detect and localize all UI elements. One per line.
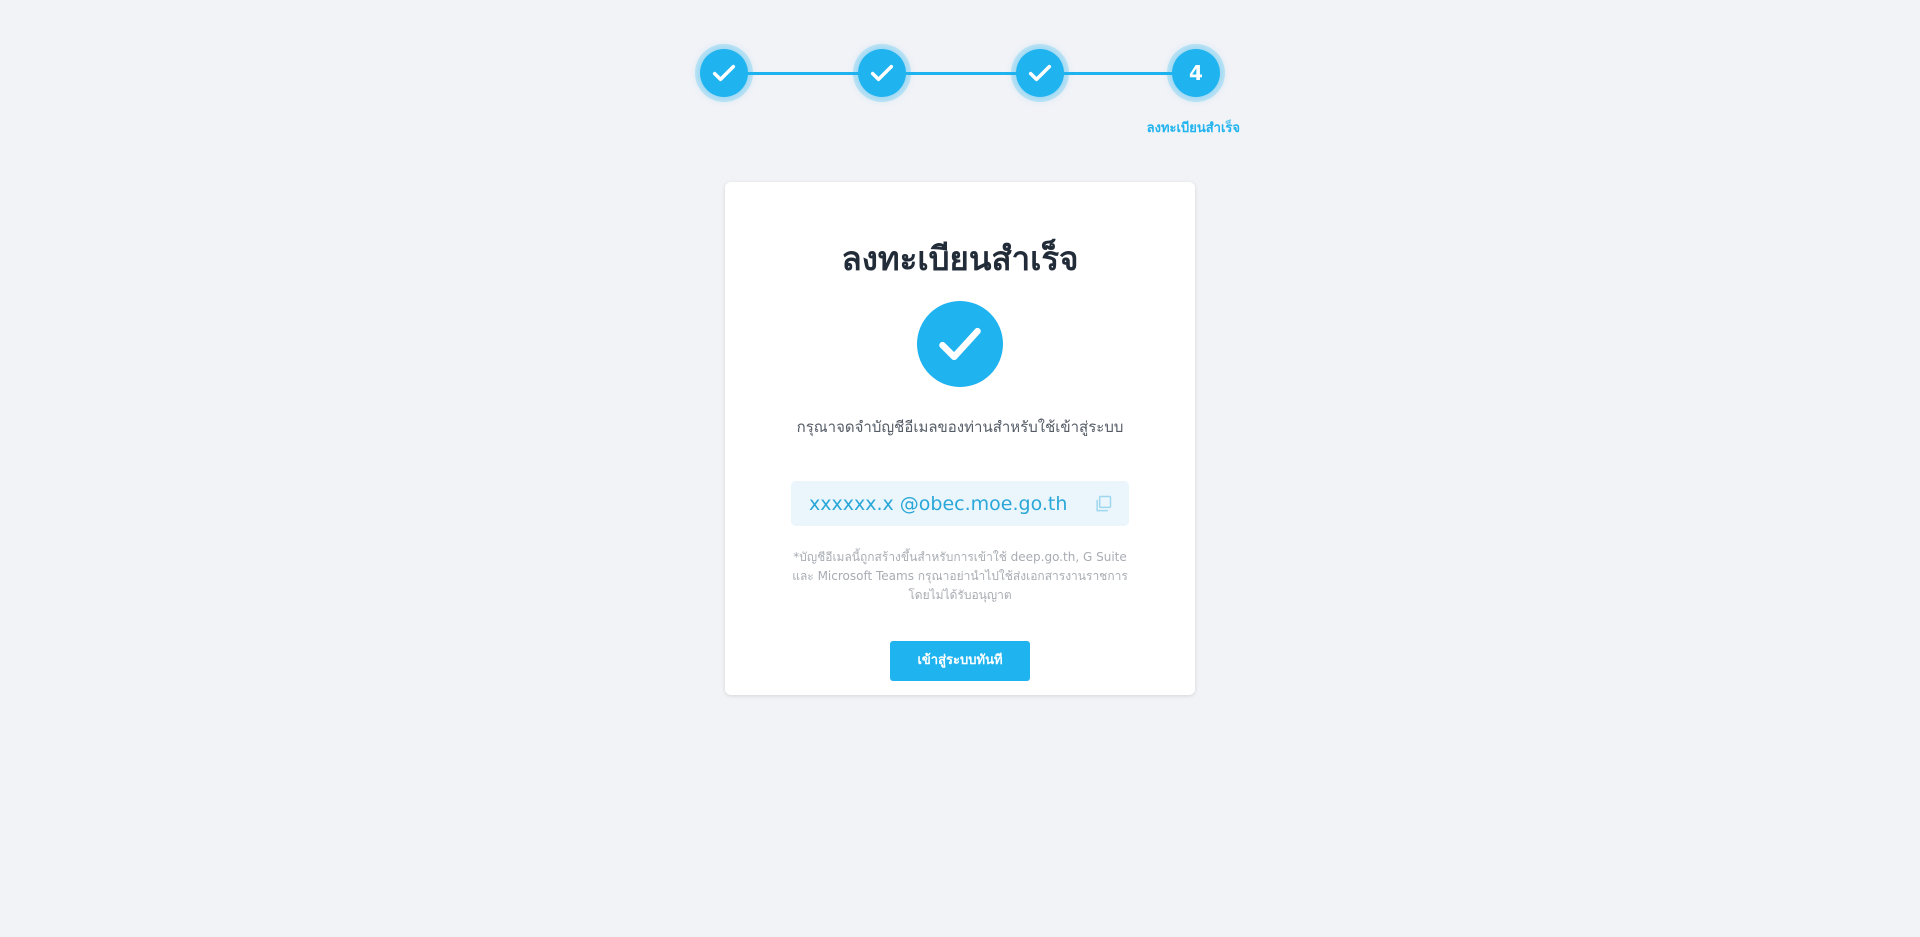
login-now-button[interactable]: เข้าสู่ระบบทันที: [890, 641, 1030, 681]
check-icon: [712, 64, 736, 82]
step-1-complete: [700, 49, 748, 97]
email-display: xxxxxx.x @obec.moe.go.th: [791, 481, 1129, 526]
check-icon: [1028, 64, 1052, 82]
step-label: ลงทะเบียนสำเร็จ: [1146, 121, 1240, 136]
step-number: 4: [1189, 61, 1203, 85]
step-4-current: 4 ลงทะเบียนสำเร็จ: [1147, 49, 1240, 136]
card-title: ลงทะเบียนสำเร็จ: [841, 239, 1079, 278]
check-icon: [870, 64, 894, 82]
stepper-progress-line: [724, 72, 1196, 75]
registration-stepper: 4 ลงทะเบียนสำเร็จ: [700, 49, 1240, 139]
step-2-complete: [858, 49, 906, 97]
check-circle-icon: [917, 301, 1003, 387]
email-address[interactable]: xxxxxx.x @obec.moe.go.th: [809, 493, 1067, 515]
email-usage-note: *บัญชีอีเมลนี้ถูกสร้างขึ้นสำหรับการเข้าใ…: [792, 550, 1128, 602]
copy-icon[interactable]: [1093, 494, 1113, 514]
success-card: ลงทะเบียนสำเร็จ กรุณาจดจำบัญชีอีเมลของท่…: [725, 182, 1195, 695]
step-3-complete: [1016, 49, 1064, 97]
instruction-text: กรุณาจดจำบัญชีอีเมลของท่านสำหรับใช้เข้าส…: [796, 418, 1124, 436]
